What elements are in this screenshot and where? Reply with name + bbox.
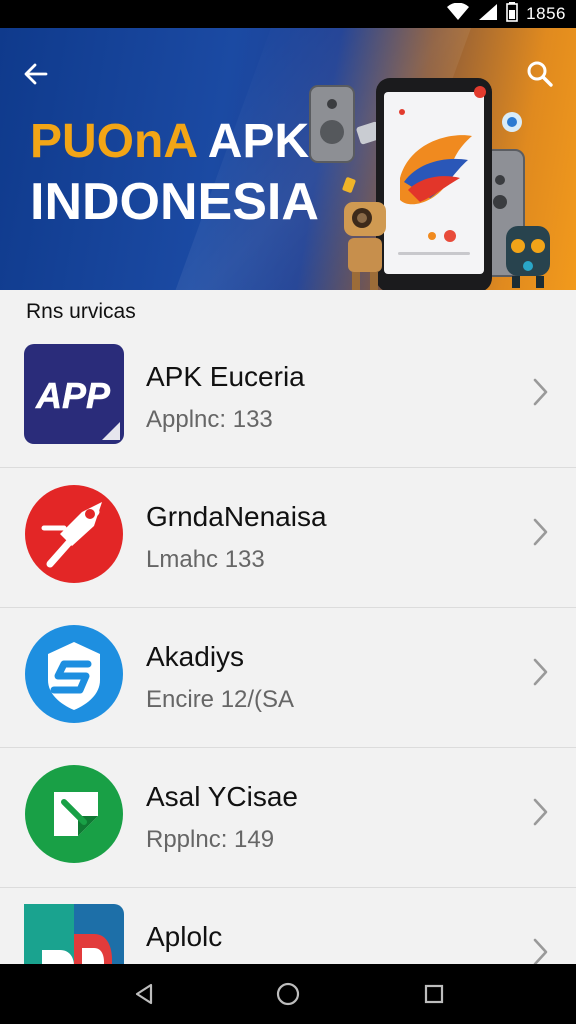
robot-illustration-right — [506, 226, 550, 288]
back-triangle-icon — [135, 983, 153, 1005]
home-circle-icon — [276, 982, 300, 1006]
chevron-right-icon — [533, 518, 548, 546]
status-icons: 1856 — [446, 0, 566, 28]
shield-s-icon — [25, 625, 123, 723]
banner-title: PUOnA APK INDONESIA — [30, 112, 319, 232]
banner-title-line-2: INDONESIA — [30, 173, 319, 231]
banner-title-accent: PUOnA — [30, 115, 197, 168]
app-name: GrndaNenaisa — [146, 501, 327, 532]
list-item[interactable]: Asal YCisae Rpplnc: 149 — [0, 748, 576, 888]
app-name: Aplolc — [146, 921, 223, 952]
wifi-icon — [446, 2, 470, 26]
list-item[interactable]: GrndaNenaisa Lmahc 133 — [0, 468, 576, 608]
pen-nib-icon — [25, 485, 123, 583]
app-name: Asal YCisae — [146, 781, 299, 812]
speaker-device-illustration — [309, 85, 355, 163]
app-list: APP APK Euceria Applnc: 133 GrndaNenaisa… — [0, 328, 576, 1024]
banner-illustration — [309, 78, 550, 290]
status-bar: 1856 — [0, 0, 576, 28]
chevron-right-icon — [533, 378, 548, 406]
chevron-right-icon — [533, 658, 548, 686]
navigation-bar — [0, 964, 576, 1024]
signal-icon — [478, 3, 498, 26]
app-name: APK Euceria — [146, 361, 305, 392]
list-item[interactable]: Akadiys Encire 12/(SA — [0, 608, 576, 748]
banner-title-line-1: PUOnA APK — [30, 112, 319, 172]
back-arrow-icon — [24, 63, 48, 85]
app-name: Akadiys — [146, 641, 245, 672]
chevron-right-icon — [533, 798, 548, 826]
app-icon-label: APP — [35, 375, 111, 416]
battery-icon — [506, 1, 518, 27]
nav-home-button[interactable] — [268, 974, 308, 1014]
section-header: Rns urvicas — [26, 300, 136, 323]
list-item[interactable]: APP APK Euceria Applnc: 133 — [0, 328, 576, 468]
app-subtitle: Applnc: 133 — [146, 406, 273, 433]
app-subtitle: Lmahc 133 — [146, 546, 265, 573]
recents-square-icon — [424, 984, 444, 1004]
status-time: 1856 — [526, 4, 566, 23]
app-text-icon: APP — [24, 344, 124, 444]
phone-illustration — [376, 78, 492, 290]
folded-paper-icon — [25, 765, 123, 863]
nav-recents-button[interactable] — [414, 974, 454, 1014]
nav-back-button[interactable] — [124, 974, 164, 1014]
hero-banner: PUOnA APK INDONESIA — [0, 28, 576, 290]
banner-title-rest: APK — [196, 115, 310, 168]
app-subtitle: Rpplnc: 149 — [146, 826, 275, 853]
app-subtitle: Encire 12/(SA — [146, 686, 295, 713]
back-button[interactable] — [14, 52, 58, 96]
